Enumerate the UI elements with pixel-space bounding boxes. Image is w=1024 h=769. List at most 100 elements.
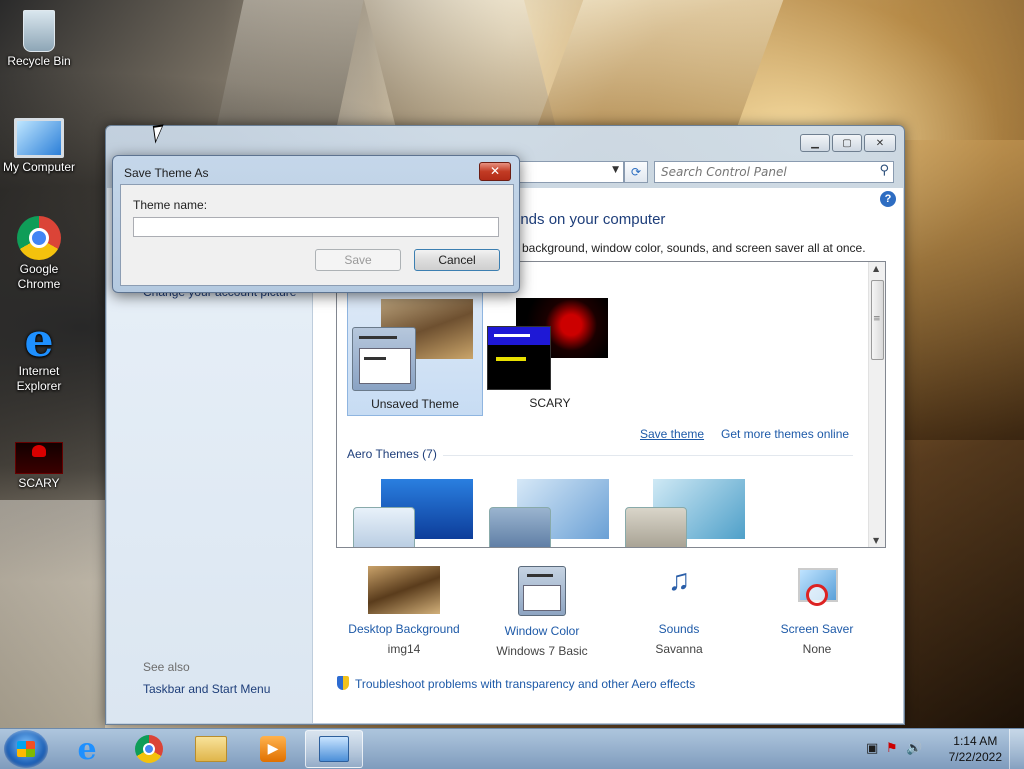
- theme-list-scrollbar[interactable]: ▲ ≡ ▼: [868, 262, 885, 547]
- wallpaper-shard: [0, 500, 105, 728]
- theme-list[interactable]: Unsaved Theme SCARY Save theme Get more …: [336, 261, 886, 548]
- aero-theme-tile[interactable]: [623, 467, 753, 547]
- maximize-button[interactable]: ▢: [832, 134, 862, 152]
- aero-themes-label: Aero Themes (7): [347, 447, 437, 461]
- chrome-icon: [17, 216, 61, 260]
- setting-value: None: [802, 642, 832, 656]
- internet-explorer-icon: e: [24, 313, 54, 367]
- window-controls: ▁ ▢ ✕: [800, 134, 896, 152]
- network-icon[interactable]: ▣: [866, 741, 878, 756]
- desktop-icon-label: Internet Explorer: [16, 364, 62, 393]
- desktop-background-icon: [368, 566, 440, 614]
- internet-explorer-icon: e: [77, 731, 97, 767]
- setting-screen-saver[interactable]: Screen Saver None: [747, 566, 887, 656]
- screen-saver-icon: [794, 566, 840, 614]
- scrollbar-grip-icon: ≡: [873, 314, 881, 324]
- clock-date: 7/22/2022: [948, 750, 1002, 764]
- search-box[interactable]: ⚲: [654, 161, 894, 183]
- troubleshoot-label[interactable]: Troubleshoot problems with transparency …: [355, 677, 695, 691]
- cancel-button[interactable]: Cancel: [414, 249, 500, 271]
- help-icon[interactable]: ?: [880, 191, 896, 207]
- taskbar: e ▶ ▣ ⚑ 🔊 1:14 AM 7/22/2022: [0, 728, 1024, 769]
- divider: [443, 455, 853, 456]
- scroll-up-icon[interactable]: ▲: [873, 264, 879, 273]
- page-subtitle: p background, window color, sounds, and …: [512, 241, 866, 255]
- media-player-icon: ▶: [260, 736, 286, 762]
- chevron-down-icon[interactable]: ▼: [612, 165, 619, 175]
- save-theme-dialog: Save Theme As ✕ Theme name: Save Cancel: [112, 155, 520, 293]
- desktop-icon-recycle-bin[interactable]: Recycle Bin: [0, 6, 78, 69]
- computer-icon: [14, 118, 64, 158]
- action-center-flag-icon[interactable]: ⚑: [886, 741, 898, 756]
- wallpaper-shard: [216, 0, 364, 128]
- show-desktop-button[interactable]: [1009, 729, 1024, 769]
- scroll-down-icon[interactable]: ▼: [873, 536, 879, 545]
- clock[interactable]: 1:14 AM 7/22/2022: [949, 733, 1002, 765]
- taskbar-start-menu-link[interactable]: Taskbar and Start Menu: [143, 682, 270, 696]
- setting-name[interactable]: Window Color: [472, 624, 612, 638]
- desktop-icon-label: My Computer: [2, 160, 76, 174]
- taskbar-chrome[interactable]: [120, 730, 178, 768]
- minimize-button[interactable]: ▁: [800, 134, 830, 152]
- window-preview-icon: [487, 326, 551, 390]
- address-bar[interactable]: ▼: [516, 161, 624, 183]
- get-more-themes-link[interactable]: Get more themes online: [721, 427, 849, 441]
- folder-icon: [195, 736, 227, 762]
- setting-value: Windows 7 Basic: [496, 644, 588, 658]
- theme-unsaved[interactable]: Unsaved Theme: [347, 290, 483, 416]
- theme-scary[interactable]: SCARY: [483, 290, 617, 414]
- start-button[interactable]: [4, 730, 48, 768]
- shield-icon: [337, 676, 349, 690]
- wallpaper-shard: [364, 0, 556, 128]
- scary-theme-icon: [15, 442, 63, 474]
- control-panel-icon: [319, 736, 349, 762]
- wallpaper-shard: [902, 140, 1024, 440]
- setting-desktop-background[interactable]: Desktop Background img14: [334, 566, 474, 656]
- wallpaper-shard: [902, 440, 1024, 728]
- close-button[interactable]: ✕: [864, 134, 896, 152]
- volume-icon[interactable]: 🔊: [906, 741, 922, 756]
- window-preview-icon: [352, 327, 416, 391]
- window-color-icon: [518, 566, 566, 616]
- search-icon[interactable]: ⚲: [879, 163, 889, 178]
- taskbar-media-player[interactable]: ▶: [244, 730, 302, 768]
- desktop-icon-chrome[interactable]: Google Chrome: [0, 216, 78, 292]
- theme-label: SCARY: [529, 396, 571, 410]
- window-preview-icon: [489, 507, 551, 547]
- desktop-icon-label: Google Chrome: [17, 262, 61, 291]
- dialog-close-button[interactable]: ✕: [479, 162, 511, 181]
- chrome-icon: [135, 735, 163, 763]
- taskbar-internet-explorer[interactable]: e: [58, 730, 116, 768]
- setting-name[interactable]: Screen Saver: [747, 622, 887, 636]
- dialog-body: Theme name: Save Cancel: [120, 184, 514, 286]
- theme-name-label: Theme name:: [133, 198, 208, 212]
- theme-label: Unsaved Theme: [371, 397, 459, 411]
- taskbar-control-panel[interactable]: [305, 730, 363, 768]
- wallpaper-shard: [536, 0, 784, 128]
- see-also-label: See also: [143, 660, 190, 674]
- window-preview-icon: [353, 507, 415, 547]
- setting-name[interactable]: Sounds: [609, 622, 749, 636]
- desktop-icon-scary[interactable]: SCARY: [0, 434, 78, 491]
- sounds-icon: ♫: [667, 564, 691, 597]
- desktop-icon-label: SCARY: [18, 476, 60, 490]
- setting-name[interactable]: Desktop Background: [334, 622, 474, 636]
- taskbar-explorer[interactable]: [182, 730, 240, 768]
- window-preview-icon: [625, 507, 687, 547]
- theme-name-input[interactable]: [133, 217, 499, 237]
- aero-theme-tile[interactable]: [351, 467, 481, 547]
- clock-time: 1:14 AM: [953, 734, 998, 748]
- aero-theme-tile[interactable]: [487, 467, 617, 547]
- desktop-icon-internet-explorer[interactable]: e Internet Explorer: [0, 313, 78, 394]
- save-theme-link[interactable]: Save theme: [640, 427, 704, 441]
- system-tray: ▣ ⚑ 🔊 1:14 AM 7/22/2022: [854, 729, 1024, 769]
- desktop-icon-my-computer[interactable]: My Computer: [0, 110, 78, 175]
- save-button[interactable]: Save: [315, 249, 401, 271]
- dialog-title: Save Theme As: [124, 166, 209, 180]
- setting-window-color[interactable]: Window Color Windows 7 Basic: [472, 566, 612, 658]
- page-title: unds on your computer: [512, 211, 666, 228]
- refresh-button[interactable]: ⟳: [624, 161, 648, 183]
- troubleshoot-link[interactable]: Troubleshoot problems with transparency …: [337, 676, 695, 691]
- setting-sounds[interactable]: ♫ Sounds Savanna: [609, 564, 749, 657]
- search-input[interactable]: [655, 162, 863, 182]
